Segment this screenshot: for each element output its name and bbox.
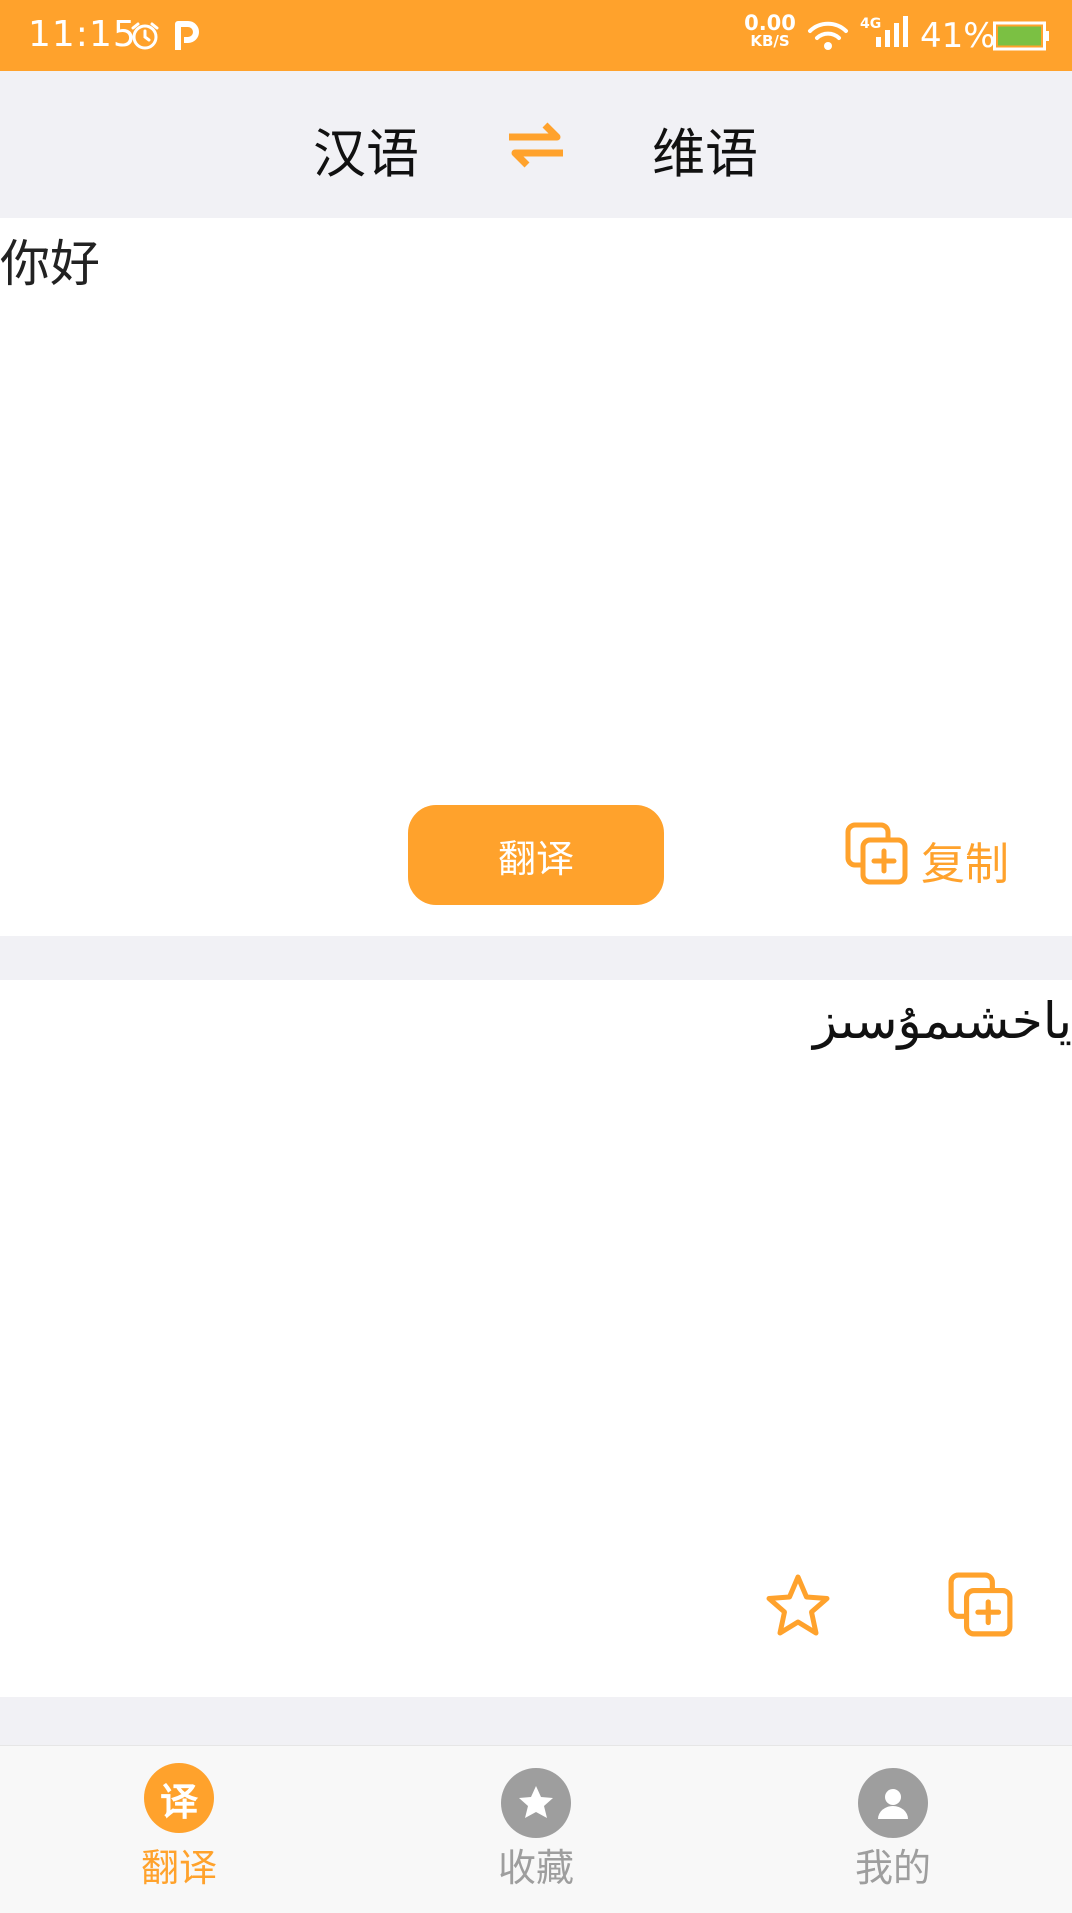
- translate-button[interactable]: 翻译: [408, 805, 664, 905]
- translate-tab-icon: 译: [144, 1763, 214, 1833]
- copy-add-icon: [845, 822, 909, 897]
- nav-label-translate: 翻译: [140, 1846, 217, 1890]
- swap-languages-icon[interactable]: [505, 120, 567, 170]
- source-language[interactable]: 汉语: [313, 112, 419, 188]
- status-time: 11:15: [28, 14, 137, 55]
- nav-label-profile: 我的: [854, 1846, 931, 1890]
- source-text-input[interactable]: 你好: [0, 224, 100, 296]
- network-speed: 0.00 KB/S: [744, 11, 796, 51]
- parking-icon: [172, 18, 202, 54]
- signal-4g-icon: 4G: [858, 14, 912, 50]
- battery-percent: 41%: [920, 16, 996, 56]
- profile-user-icon: [858, 1768, 928, 1838]
- copy-button[interactable]: 复制: [845, 822, 1009, 897]
- wifi-icon: [806, 18, 850, 54]
- copy-label: 复制: [921, 838, 1009, 890]
- alarm-icon: [128, 18, 162, 54]
- favorites-star-icon: [501, 1768, 571, 1838]
- nav-tab-favorites[interactable]: 收藏: [436, 1763, 636, 1892]
- nav-tab-translate[interactable]: 译 翻译: [79, 1763, 279, 1892]
- output-panel: [0, 980, 1072, 1697]
- target-language[interactable]: 维语: [652, 112, 758, 188]
- nav-label-favorites: 收藏: [497, 1846, 574, 1890]
- copy-output-icon[interactable]: [948, 1572, 1018, 1642]
- battery-icon: [992, 18, 1052, 54]
- translation-output: ياخشىمۇسىز: [812, 992, 1072, 1050]
- favorite-star-icon[interactable]: [763, 1572, 833, 1642]
- nav-tab-profile[interactable]: 我的: [793, 1763, 993, 1892]
